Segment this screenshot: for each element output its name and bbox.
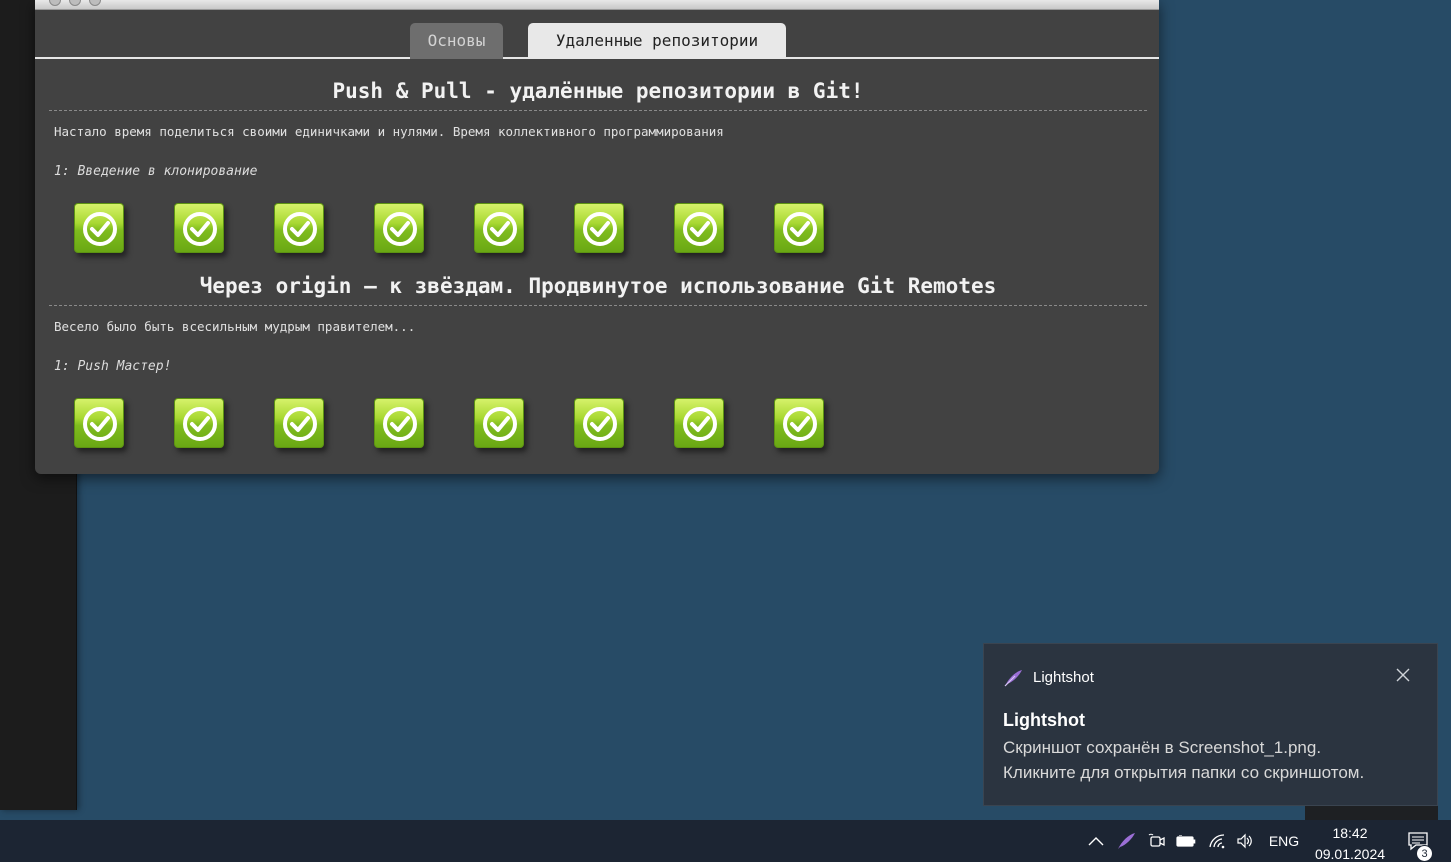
checkmark-icon bbox=[783, 407, 817, 441]
toast-app-name: Lightshot bbox=[1033, 669, 1094, 686]
section-divider bbox=[49, 305, 1147, 306]
checkmark-icon bbox=[383, 407, 417, 441]
volume-icon[interactable] bbox=[1233, 820, 1257, 862]
input-language[interactable]: ENG bbox=[1264, 820, 1304, 862]
checkmark-icon bbox=[83, 407, 117, 441]
level-row bbox=[74, 203, 874, 255]
checkmark-icon bbox=[483, 212, 517, 246]
checkmark-icon bbox=[183, 212, 217, 246]
level-label: 1: Push Мастер! bbox=[54, 359, 172, 374]
dialog-titlebar bbox=[35, 0, 1159, 10]
level-row bbox=[74, 398, 874, 450]
section-description: Настало время поделиться своими единичка… bbox=[54, 124, 724, 139]
level-complete-button[interactable] bbox=[774, 398, 824, 448]
level-complete-button[interactable] bbox=[674, 398, 724, 448]
level-complete-button[interactable] bbox=[374, 203, 424, 253]
levels-dialog: Основы Удаленные репозитории Push & Pull… bbox=[35, 0, 1159, 474]
checkmark-icon bbox=[783, 212, 817, 246]
system-clock[interactable]: 18:42 09.01.2024 bbox=[1300, 824, 1400, 862]
level-complete-button[interactable] bbox=[274, 203, 324, 253]
meet-now-icon[interactable] bbox=[1145, 820, 1169, 862]
level-complete-button[interactable] bbox=[274, 398, 324, 448]
notification-count-badge: 3 bbox=[1416, 845, 1433, 862]
window-close-dot[interactable] bbox=[49, 0, 61, 6]
toast-body-line: Скриншот сохранён в Screenshot_1.png. bbox=[1003, 738, 1322, 757]
level-complete-button[interactable] bbox=[74, 203, 124, 253]
toast-body: Скриншот сохранён в Screenshot_1.png. Кл… bbox=[1003, 735, 1364, 785]
clock-date: 09.01.2024 bbox=[1314, 846, 1386, 862]
checkmark-icon bbox=[683, 212, 717, 246]
level-complete-button[interactable] bbox=[374, 398, 424, 448]
section-title: Через origin – к звёздам. Продвинутое ис… bbox=[199, 274, 997, 298]
level-complete-button[interactable] bbox=[574, 398, 624, 448]
taskbar: ENG 18:42 09.01.2024 3 bbox=[0, 820, 1451, 862]
toast-title: Lightshot bbox=[1003, 710, 1085, 730]
checkmark-icon bbox=[483, 407, 517, 441]
level-complete-button[interactable] bbox=[474, 398, 524, 448]
tab-basics[interactable]: Основы bbox=[410, 23, 503, 59]
checkmark-icon bbox=[583, 407, 617, 441]
level-complete-button[interactable] bbox=[674, 203, 724, 253]
close-icon[interactable] bbox=[1394, 666, 1412, 684]
level-complete-button[interactable] bbox=[74, 398, 124, 448]
notification-toast[interactable]: Lightshot Lightshot Скриншот сохранён в … bbox=[983, 643, 1438, 806]
lightshot-feather-icon[interactable] bbox=[1113, 820, 1139, 862]
chevron-up-icon[interactable] bbox=[1085, 820, 1107, 862]
wifi-icon[interactable] bbox=[1205, 820, 1229, 862]
section-title: Push & Pull - удалённые репозитории в Gi… bbox=[332, 79, 864, 103]
clock-time: 18:42 bbox=[1332, 825, 1368, 841]
tab-bar: Основы Удаленные репозитории bbox=[35, 10, 1159, 59]
window-minimize-dot[interactable] bbox=[69, 0, 81, 6]
checkmark-icon bbox=[283, 212, 317, 246]
checkmark-icon bbox=[83, 212, 117, 246]
battery-icon[interactable] bbox=[1174, 820, 1198, 862]
checkmark-icon bbox=[383, 212, 417, 246]
tab-remote-repositories[interactable]: Удаленные репозитории bbox=[528, 23, 786, 59]
toast-body-line: Кликните для открытия папки со скриншото… bbox=[1003, 763, 1365, 782]
checkmark-icon bbox=[683, 407, 717, 441]
checkmark-icon bbox=[183, 407, 217, 441]
level-complete-button[interactable] bbox=[574, 203, 624, 253]
feather-icon bbox=[1003, 668, 1023, 693]
level-complete-button[interactable] bbox=[174, 398, 224, 448]
level-complete-button[interactable] bbox=[774, 203, 824, 253]
level-complete-button[interactable] bbox=[174, 203, 224, 253]
window-maximize-dot[interactable] bbox=[89, 0, 101, 6]
checkmark-icon bbox=[583, 212, 617, 246]
level-label: 1: Введение в клонирование bbox=[54, 164, 258, 179]
section-description: Весело было быть всесильным мудрым прави… bbox=[54, 319, 416, 334]
section-divider bbox=[49, 110, 1147, 111]
checkmark-icon bbox=[283, 407, 317, 441]
level-complete-button[interactable] bbox=[474, 203, 524, 253]
